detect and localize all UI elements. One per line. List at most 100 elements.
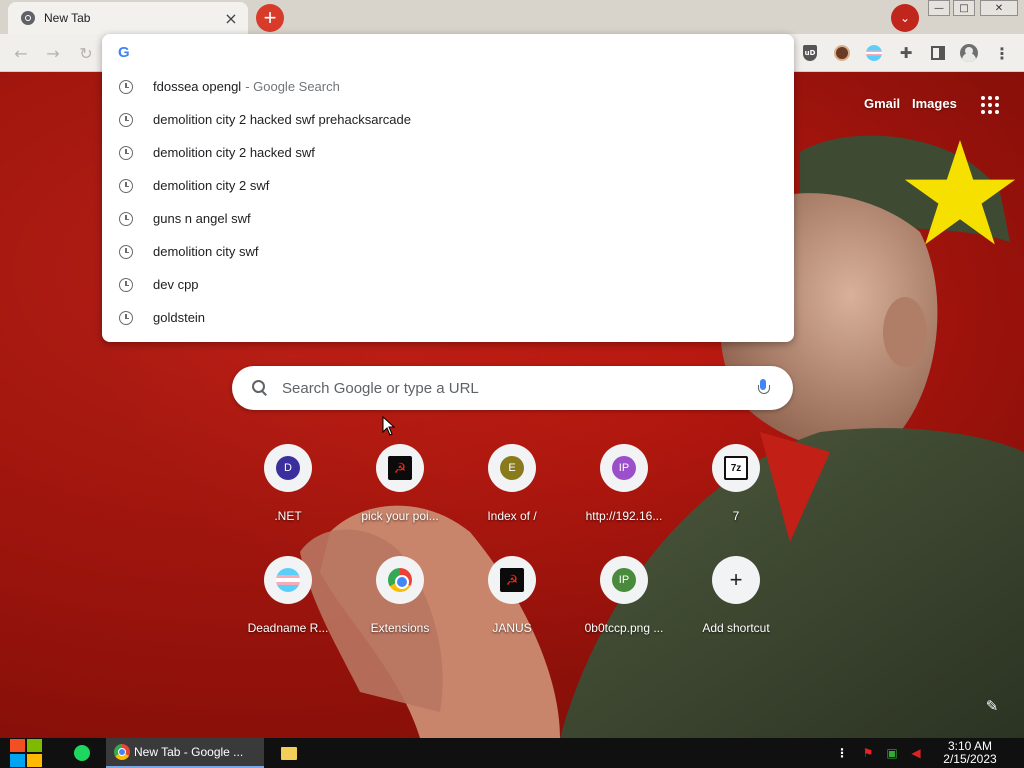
customize-pencil-icon[interactable]: ✎ xyxy=(982,696,1002,716)
avatar-face-icon[interactable] xyxy=(832,43,852,63)
shortcut-label: Deadname R... xyxy=(247,621,329,635)
spotify-taskbar-icon[interactable] xyxy=(70,738,94,768)
omnibox-suggestion[interactable]: fdossea opengl - Google Search xyxy=(102,70,794,103)
add-icon: + xyxy=(729,567,743,592)
site-letter-icon: E xyxy=(500,456,524,480)
history-clock-icon xyxy=(119,112,133,127)
chrome-taskbar-label: New Tab - Google ... xyxy=(134,745,244,759)
history-clock-icon xyxy=(119,310,133,325)
yellow-star-icon xyxy=(904,140,1016,245)
site-letter-icon: D xyxy=(276,456,300,480)
reload-button[interactable]: ↻ xyxy=(75,42,97,64)
gmail-link[interactable]: Gmail xyxy=(864,96,900,111)
menu-kebab-icon[interactable]: ⋮ xyxy=(992,43,1012,63)
shortcut-label: .NET xyxy=(274,509,302,523)
omnibox-suggestion[interactable]: demolition city 2 swf xyxy=(102,169,794,202)
ntp-search-box[interactable] xyxy=(232,366,793,410)
shortcut-tile[interactable]: IP 0b0tccp.png ... xyxy=(568,556,680,656)
omnibox-suggestion[interactable]: demolition city swf xyxy=(102,235,794,268)
omnibox-dropdown: G fdossea opengl - Google Search demolitio… xyxy=(102,34,794,342)
history-clock-icon xyxy=(119,211,133,226)
suggestion-text: dev cpp xyxy=(153,277,199,292)
start-button[interactable] xyxy=(10,738,42,768)
tab-title: New Tab xyxy=(44,11,91,25)
shortcut-icon-circle: + xyxy=(712,556,760,604)
shortcut-icon-circle: ☭ xyxy=(376,444,424,492)
ntp-search-input[interactable] xyxy=(282,379,757,397)
shortcut-label: Extensions xyxy=(370,621,430,635)
new-tab-button[interactable]: + xyxy=(256,4,284,32)
file-explorer-folder-icon[interactable] xyxy=(278,738,300,768)
shortcut-tile[interactable]: 7z 7 xyxy=(680,444,792,544)
sidepanel-icon[interactable] xyxy=(928,43,948,63)
chrome-icon xyxy=(114,744,130,760)
address-bar-input[interactable] xyxy=(148,44,768,60)
mouse-cursor-icon xyxy=(382,416,396,436)
history-clock-icon xyxy=(119,145,133,160)
omnibox-suggestion[interactable]: guns n angel swf xyxy=(102,202,794,235)
search-icon xyxy=(252,380,268,396)
omnibox-suggestion[interactable]: dev cpp xyxy=(102,268,794,301)
shortcut-icon-circle xyxy=(376,556,424,604)
hammer-sickle-icon: ☭ xyxy=(500,568,524,592)
history-clock-icon xyxy=(119,277,133,292)
shortcut-tile[interactable]: + Add shortcut xyxy=(680,556,792,656)
site-letter-icon: IP xyxy=(612,456,636,480)
trans-flag-icon[interactable] xyxy=(864,43,884,63)
chrome-extensions-icon xyxy=(388,568,412,592)
network-icon[interactable]: ▣ xyxy=(882,738,902,768)
history-clock-icon xyxy=(119,79,133,94)
shortcut-label: pick your poi... xyxy=(361,509,439,523)
window-close-button[interactable]: ✕ xyxy=(980,0,1018,16)
trans-flag-icon xyxy=(276,568,300,592)
shortcut-icon-circle xyxy=(264,556,312,604)
window-minimize-button[interactable]: — xyxy=(928,0,950,16)
shortcut-tile[interactable]: ☭ JANUS xyxy=(456,556,568,656)
suggestion-text: demolition city 2 hacked swf xyxy=(153,145,315,160)
omnibox-suggestion[interactable]: demolition city 2 hacked swf xyxy=(102,136,794,169)
7zip-icon: 7z xyxy=(724,456,748,480)
shortcut-icon-circle: IP xyxy=(600,556,648,604)
forward-button[interactable]: → xyxy=(42,42,64,64)
shortcut-tile[interactable]: Deadname R... xyxy=(232,556,344,656)
history-clock-icon xyxy=(119,244,133,259)
suggestion-text: demolition city 2 swf xyxy=(153,178,270,193)
action-center-flag-icon[interactable]: ⚑ xyxy=(858,738,878,768)
shortcut-label: 7 xyxy=(732,509,740,523)
system-clock[interactable]: 3:10 AM 2/15/2023 xyxy=(930,740,1010,766)
volume-icon[interactable]: ◀ xyxy=(906,738,926,768)
tray-overflow-icon[interactable]: ⋮ xyxy=(836,738,848,768)
ublock-icon[interactable]: uD xyxy=(800,43,820,63)
images-link[interactable]: Images xyxy=(912,96,957,111)
omnibox-suggestion[interactable]: demolition city 2 hacked swf prehacksarc… xyxy=(102,103,794,136)
shortcut-icon-circle: 7z xyxy=(712,444,760,492)
microphone-icon[interactable] xyxy=(757,379,770,397)
suggestion-text: goldstein xyxy=(153,310,206,325)
shortcut-label: http://192.16... xyxy=(585,509,663,523)
history-clock-icon xyxy=(119,178,133,193)
window-maximize-button[interactable]: □ xyxy=(953,0,975,16)
shortcut-tile[interactable]: IP http://192.16... xyxy=(568,444,680,544)
shortcut-icon-circle: E xyxy=(488,444,536,492)
clock-date: 2/15/2023 xyxy=(943,752,997,766)
shortcut-tile[interactable]: Extensions xyxy=(344,556,456,656)
suggestion-text: fdossea opengl xyxy=(153,79,242,94)
chrome-taskbar-button[interactable]: New Tab - Google ... xyxy=(106,738,264,768)
shortcut-label: Index of / xyxy=(487,509,537,523)
shortcut-icon-circle: ☭ xyxy=(488,556,536,604)
omnibox-suggestion[interactable]: goldstein xyxy=(102,301,794,334)
hammer-sickle-icon: ☭ xyxy=(388,456,412,480)
profile-icon[interactable] xyxy=(959,43,979,63)
puzzle-icon[interactable]: ✚ xyxy=(896,43,916,63)
shortcut-label: 0b0tccp.png ... xyxy=(584,621,664,635)
back-button[interactable]: ← xyxy=(10,42,32,64)
tab-new-tab[interactable]: New Tab × xyxy=(8,2,248,34)
tab-close-icon[interactable]: × xyxy=(222,9,240,28)
google-apps-grid-icon[interactable] xyxy=(981,96,999,114)
shortcut-tile[interactable]: D .NET xyxy=(232,444,344,544)
tab-search-chevron-down-icon[interactable]: ⌄ xyxy=(891,4,919,32)
shortcut-tile[interactable]: E Index of / xyxy=(456,444,568,544)
suggestion-text: guns n angel swf xyxy=(153,211,251,226)
shortcut-tile[interactable]: ☭ pick your poi... xyxy=(344,444,456,544)
shortcut-label: Add shortcut xyxy=(702,621,770,635)
